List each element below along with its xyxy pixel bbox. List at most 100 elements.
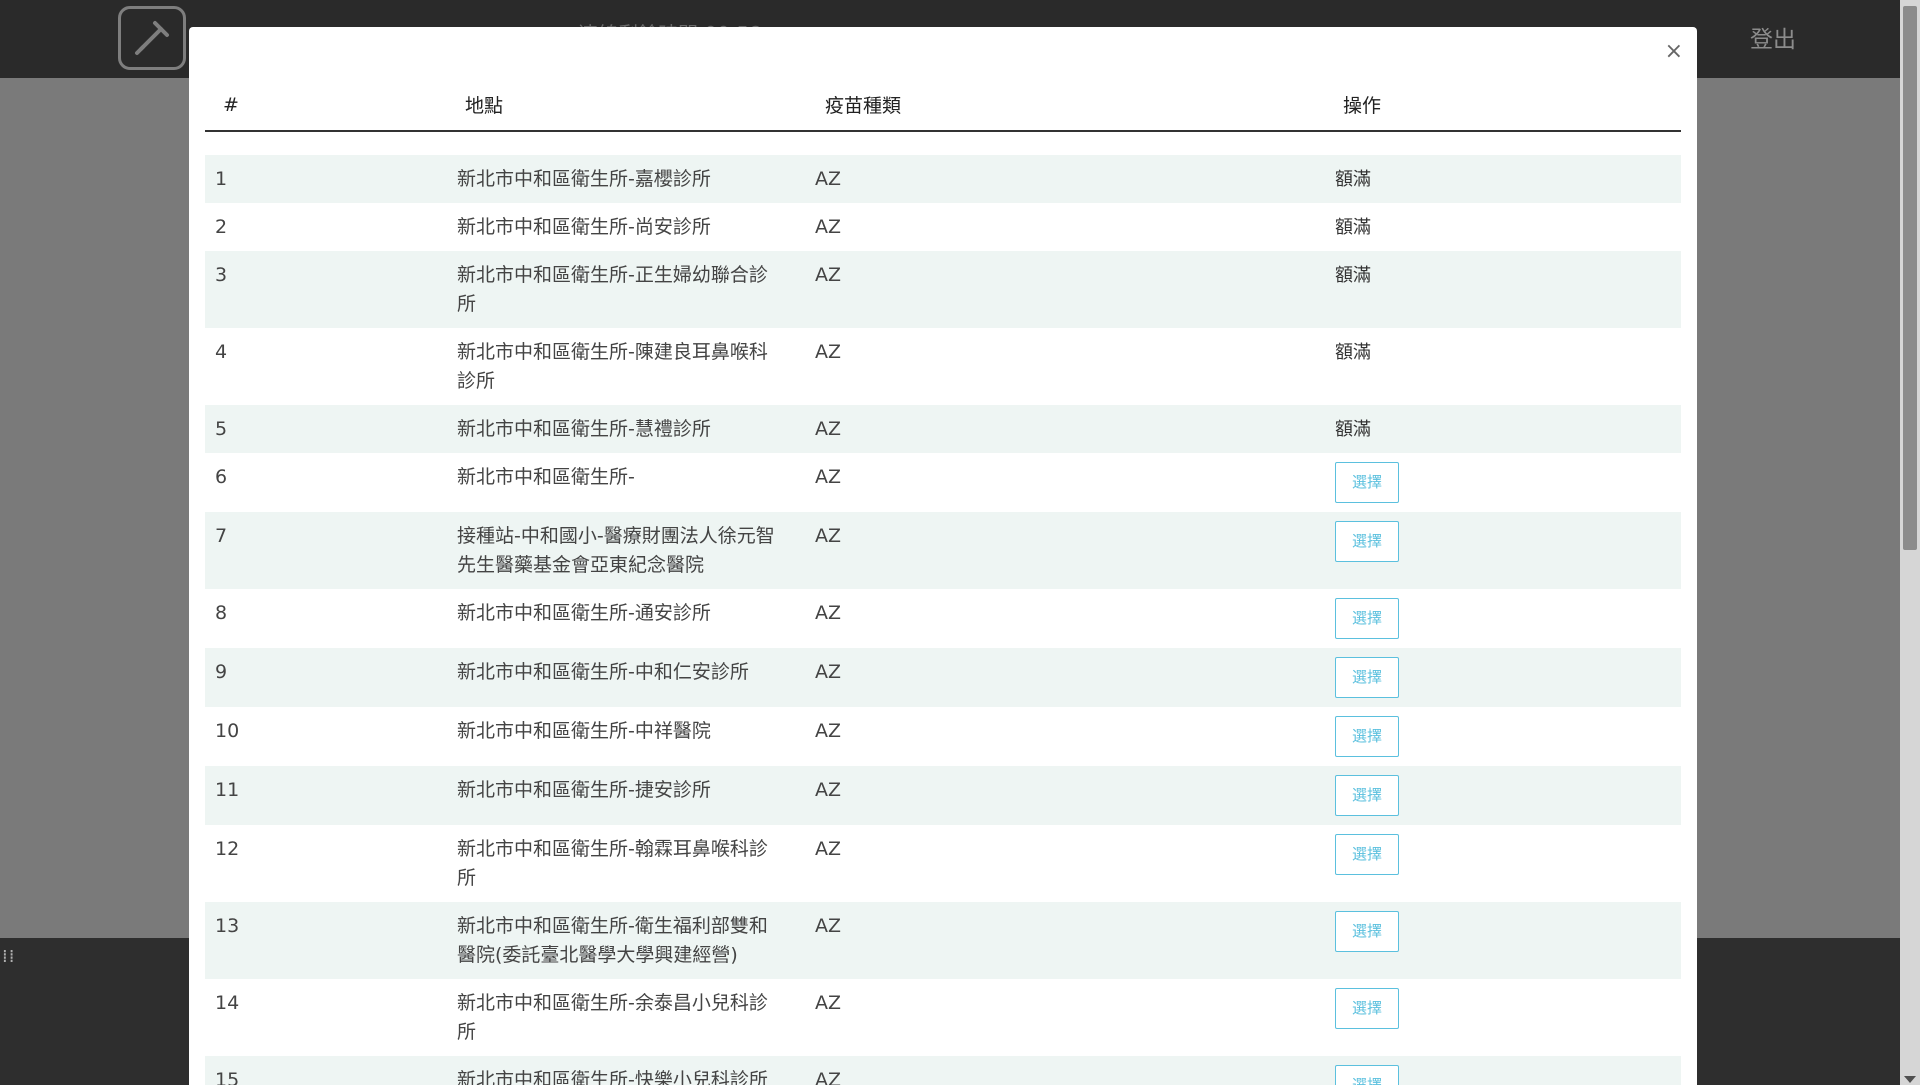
column-header-location: 地點 [433,91,785,132]
row-number: 13 [215,915,240,937]
select-button[interactable]: 選擇 [1335,911,1399,952]
row-number: 15 [215,1069,240,1085]
row-location: 新北市中和區衛生所-余泰昌小兒科診所 [457,992,768,1043]
table-header-row: # 地點 疫苗種類 操作 [205,91,1681,132]
full-status-text: 額滿 [1335,265,1371,286]
table-row: 10 新北市中和區衛生所-中祥醫院 AZ 選擇 [205,707,1681,766]
row-number: 8 [215,602,228,624]
row-action: 選擇 [1295,512,1681,589]
table-row: 9 新北市中和區衛生所-中和仁安診所 AZ 選擇 [205,648,1681,707]
full-status-text: 額滿 [1335,419,1371,440]
column-header-number: # [205,91,433,132]
row-number: 5 [215,418,228,440]
row-number: 7 [215,525,228,547]
row-action: 額滿 [1295,251,1681,328]
scrollbar-thumb[interactable] [1903,6,1917,550]
select-button[interactable]: 選擇 [1335,598,1399,639]
vaccine-location-table: # 地點 疫苗種類 操作 1 新北市中和區衛生所-嘉櫻診所 AZ 額滿 2 新北市中和區衛… [205,91,1681,1085]
row-location: 新北市中和區衛生所-中和仁安診所 [457,661,749,683]
column-header-vaccine: 疫苗種類 [785,91,1295,132]
table-row: 7 接種站-中和國小-醫療財團法人徐元智先生醫藥基金會亞東紀念醫院 AZ 選擇 [205,512,1681,589]
column-header-action: 操作 [1295,91,1681,132]
row-vaccine: AZ [815,466,842,488]
row-action: 選擇 [1295,648,1681,707]
row-location: 新北市中和區衛生所-慧禮診所 [457,418,711,440]
table-row: 8 新北市中和區衛生所-通安診所 AZ 選擇 [205,589,1681,648]
row-location: 新北市中和區衛生所-正生婦幼聯合診所 [457,264,768,315]
table-row: 13 新北市中和區衛生所-衛生福利部雙和醫院(委託臺北醫學大學興建經營) AZ 選擇 [205,902,1681,979]
row-number: 6 [215,466,228,488]
row-number: 2 [215,216,228,238]
row-vaccine: AZ [815,168,842,190]
close-icon[interactable]: × [1665,41,1683,63]
row-action: 額滿 [1295,203,1681,251]
nav-logout-link[interactable]: 登出 [1750,20,1796,54]
row-location: 新北市中和區衛生所- [457,466,635,488]
row-location: 新北市中和區衛生所-陳建良耳鼻喉科診所 [457,341,768,392]
row-location: 新北市中和區衛生所-快樂小兒科診所 [457,1069,768,1085]
full-status-text: 額滿 [1335,169,1371,190]
row-number: 10 [215,720,240,742]
row-number: 1 [215,168,228,190]
row-location: 新北市中和區衛生所-捷安診所 [457,779,711,801]
row-action: 選擇 [1295,979,1681,1056]
scroll-down-arrow-icon[interactable] [1904,1076,1916,1083]
page-scrollbar[interactable] [1900,0,1920,1085]
row-location: 接種站-中和國小-醫療財團法人徐元智先生醫藥基金會亞東紀念醫院 [457,525,775,576]
row-vaccine: AZ [815,264,842,286]
grip-dots-icon[interactable]: ⁞⁞ [2,946,15,967]
table-row: 12 新北市中和區衛生所-翰霖耳鼻喉科診所 AZ 選擇 [205,825,1681,902]
row-number: 14 [215,992,240,1014]
select-button[interactable]: 選擇 [1335,521,1399,562]
row-vaccine: AZ [815,418,842,440]
row-vaccine: AZ [815,1069,842,1085]
row-action: 選擇 [1295,825,1681,902]
table-row: 5 新北市中和區衛生所-慧禮診所 AZ 額滿 [205,405,1681,453]
row-action: 額滿 [1295,328,1681,405]
row-action: 選擇 [1295,1056,1681,1085]
row-location: 新北市中和區衛生所-尚安診所 [457,216,711,238]
select-button[interactable]: 選擇 [1335,716,1399,757]
table-row: 4 新北市中和區衛生所-陳建良耳鼻喉科診所 AZ 額滿 [205,328,1681,405]
select-button[interactable]: 選擇 [1335,834,1399,875]
table-row: 3 新北市中和區衛生所-正生婦幼聯合診所 AZ 額滿 [205,251,1681,328]
table-row: 15 新北市中和區衛生所-快樂小兒科診所 AZ 選擇 [205,1056,1681,1085]
full-status-text: 額滿 [1335,342,1371,363]
row-vaccine: AZ [815,992,842,1014]
row-vaccine: AZ [815,915,842,937]
row-location: 新北市中和區衛生所-嘉櫻診所 [457,168,711,190]
select-button[interactable]: 選擇 [1335,1065,1399,1085]
location-select-modal: × # 地點 疫苗種類 操作 1 新北市中和區衛生所-嘉櫻診所 AZ 額滿 2 新北市中和… [189,27,1697,1085]
row-action: 選擇 [1295,453,1681,512]
row-vaccine: AZ [815,216,842,238]
row-action: 額滿 [1295,155,1681,203]
row-location: 新北市中和區衛生所-通安診所 [457,602,711,624]
row-number: 12 [215,838,240,860]
row-vaccine: AZ [815,341,842,363]
select-button[interactable]: 選擇 [1335,988,1399,1029]
table-row: 1 新北市中和區衛生所-嘉櫻診所 AZ 額滿 [205,155,1681,203]
select-button[interactable]: 選擇 [1335,775,1399,816]
select-button[interactable]: 選擇 [1335,657,1399,698]
vaccine-syringe-icon[interactable] [118,6,186,70]
table-spacer [205,131,1681,155]
row-vaccine: AZ [815,838,842,860]
row-number: 9 [215,661,228,683]
select-button[interactable]: 選擇 [1335,462,1399,503]
row-number: 4 [215,341,228,363]
table-row: 6 新北市中和區衛生所- AZ 選擇 [205,453,1681,512]
row-location: 新北市中和區衛生所-中祥醫院 [457,720,711,742]
table-row: 2 新北市中和區衛生所-尚安診所 AZ 額滿 [205,203,1681,251]
row-vaccine: AZ [815,661,842,683]
row-action: 選擇 [1295,707,1681,766]
row-action: 選擇 [1295,589,1681,648]
row-vaccine: AZ [815,720,842,742]
row-location: 新北市中和區衛生所-衛生福利部雙和醫院(委託臺北醫學大學興建經營) [457,915,768,966]
row-vaccine: AZ [815,779,842,801]
table-row: 14 新北市中和區衛生所-余泰昌小兒科診所 AZ 選擇 [205,979,1681,1056]
table-row: 11 新北市中和區衛生所-捷安診所 AZ 選擇 [205,766,1681,825]
full-status-text: 額滿 [1335,217,1371,238]
row-action: 額滿 [1295,405,1681,453]
row-number: 3 [215,264,228,286]
row-vaccine: AZ [815,525,842,547]
